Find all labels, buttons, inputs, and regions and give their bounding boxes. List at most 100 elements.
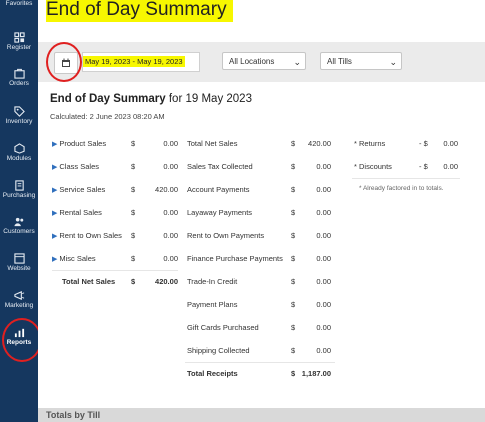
sidebar-item-label: Purchasing (2, 192, 36, 199)
row-currency: $ (291, 231, 296, 240)
sidebar-item-marketing[interactable]: Marketing (0, 290, 38, 309)
list-item: ▶ Rental Sales $ 0.00 (52, 204, 178, 227)
customers-icon (13, 217, 23, 227)
row-value: 0.00 (316, 185, 331, 194)
row-label: Total Receipts (187, 369, 238, 378)
row-currency: $ (131, 277, 136, 286)
row-currency: $ (291, 162, 296, 171)
row-value: 0.00 (443, 162, 458, 171)
divider (352, 178, 460, 179)
sidebar-item-modules[interactable]: Modules (0, 143, 38, 162)
sidebar-item-favorites[interactable]: Favorites (0, 0, 38, 7)
sidebar-item-website[interactable]: Website (0, 253, 38, 272)
row-label: Product Sales (59, 139, 107, 148)
summary-heading: End of Day Summary for 19 May 2023 (50, 93, 252, 105)
sidebar-item-label: Website (7, 265, 31, 272)
chevron-down-icon: ⌄ (389, 57, 397, 67)
row-label: Account Payments (187, 185, 250, 194)
calendar-icon (62, 58, 70, 67)
row-label: Trade-In Credit (187, 277, 238, 286)
row-currency: $ (291, 300, 296, 309)
row-label: * Discounts (354, 162, 392, 171)
row-label: Class Sales (59, 162, 99, 171)
list-item: Sales Tax Collected $ 0.00 (187, 158, 332, 181)
chevron-down-icon: ⌄ (293, 57, 301, 67)
caret-right-icon[interactable]: ▶ (52, 233, 57, 240)
location-select[interactable]: All Locations ⌄ (222, 52, 306, 70)
row-label: Rental Sales (59, 208, 102, 217)
row-label: Gift Cards Purchased (187, 323, 259, 332)
row-value: 0.00 (316, 323, 331, 332)
row-currency: $ (291, 139, 296, 148)
row-label: Total Net Sales (62, 277, 116, 286)
caret-right-icon[interactable]: ▶ (52, 187, 57, 194)
list-item: Trade-In Credit $ 0.00 (187, 273, 332, 296)
row-value: 0.00 (163, 254, 178, 263)
sidebar-item-label: Register (6, 44, 32, 51)
row-value: 0.00 (316, 346, 331, 355)
row-currency: $ (131, 162, 136, 171)
list-item: ▶ Product Sales $ 0.00 (52, 135, 178, 158)
website-icon (13, 253, 25, 264)
row-value: 0.00 (316, 162, 331, 171)
row-value: 0.00 (316, 208, 331, 217)
sidebar-item-register[interactable]: Register (0, 32, 38, 51)
list-item: Layaway Payments $ 0.00 (187, 204, 332, 227)
tills-select-value: All Tills (327, 57, 352, 66)
divider (185, 362, 335, 363)
title-band: End of Day Summary (38, 0, 485, 42)
sidebar-item-purchasing[interactable]: Purchasing (0, 180, 38, 199)
caret-right-icon[interactable]: ▶ (52, 141, 57, 148)
row-label: * Returns (354, 139, 386, 148)
sidebar-item-label: Inventory (5, 118, 33, 125)
row-label: Shipping Collected (187, 346, 250, 355)
caret-right-icon[interactable]: ▶ (52, 164, 57, 171)
list-item: Payment Plans $ 0.00 (187, 296, 332, 319)
row-label: Sales Tax Collected (187, 162, 253, 171)
row-currency: $ (131, 185, 136, 194)
row-value: 0.00 (163, 162, 178, 171)
date-range-input[interactable]: May 19, 2023 - May 19, 2023 (82, 52, 200, 72)
total-receipts-row: Total Receipts $ 1,187.00 (187, 365, 332, 388)
adjustments-note: * Already factored in to totals. (359, 185, 444, 192)
purchasing-icon (14, 180, 24, 191)
row-value: 0.00 (443, 139, 458, 148)
list-item: * Returns - $ 0.00 (354, 135, 460, 158)
list-item: Rent to Own Payments $ 0.00 (187, 227, 332, 250)
row-value: 0.00 (316, 300, 331, 309)
summary-heading-bold: End of Day Summary (50, 93, 166, 105)
row-value: 0.00 (316, 254, 331, 263)
row-currency: $ (291, 277, 296, 286)
total-net-sales-row: Total Net Sales $ 420.00 (52, 273, 178, 296)
calendar-button[interactable] (54, 52, 78, 74)
sidebar-item-orders[interactable]: Orders (0, 68, 38, 87)
row-value: 0.00 (163, 139, 178, 148)
sidebar-item-customers[interactable]: Customers (0, 216, 38, 235)
caret-right-icon[interactable]: ▶ (52, 210, 57, 217)
tills-select[interactable]: All Tills ⌄ (320, 52, 402, 70)
row-label: Rent to Own Sales (59, 231, 122, 240)
row-currency: $ (131, 139, 136, 148)
divider (52, 270, 178, 271)
modules-icon (13, 143, 25, 154)
row-currency: $ (131, 208, 136, 217)
row-currency: - $ (419, 139, 428, 148)
row-value: 420.00 (308, 139, 331, 148)
totals-by-till-header (38, 408, 485, 422)
reports-icon (14, 328, 24, 338)
row-currency: $ (291, 369, 296, 378)
caret-right-icon[interactable]: ▶ (52, 256, 57, 263)
page-title: End of Day Summary (46, 0, 233, 22)
sidebar-item-label: Favorites (5, 0, 33, 7)
row-currency: $ (131, 231, 136, 240)
row-currency: $ (291, 323, 296, 332)
main-content: End of Day Summary May 19, 2023 - May 19… (38, 0, 485, 422)
row-value: 0.00 (316, 277, 331, 286)
sidebar-item-label: Marketing (4, 302, 34, 309)
sidebar-item-reports[interactable]: Reports (0, 327, 38, 346)
sidebar-item-inventory[interactable]: Inventory (0, 106, 38, 125)
date-range-value: May 19, 2023 - May 19, 2023 (83, 56, 185, 67)
list-item: Account Payments $ 0.00 (187, 181, 332, 204)
row-currency: $ (291, 346, 296, 355)
row-value: 420.00 (155, 277, 178, 286)
